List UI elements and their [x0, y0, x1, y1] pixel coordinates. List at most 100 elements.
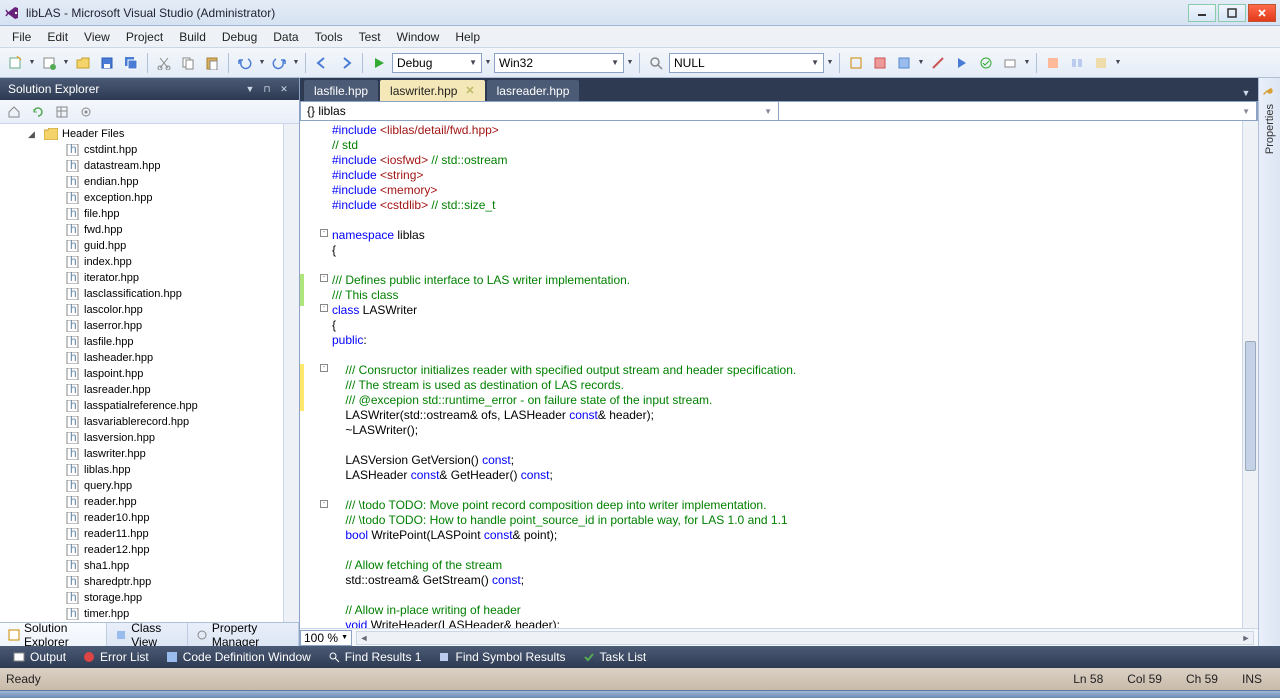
tree-file[interactable]: hlasheader.hpp — [0, 350, 283, 366]
tb-icon-c[interactable] — [893, 52, 915, 74]
start-orb[interactable] — [0, 691, 34, 699]
scope-member-combo[interactable]: ▼ — [779, 102, 1257, 120]
dropdown-icon[interactable]: ▼ — [62, 52, 70, 74]
show-all-icon[interactable] — [52, 102, 72, 122]
tab-find-results[interactable]: Find Results 1 — [319, 647, 430, 667]
scroll-left-icon[interactable]: ◄ — [357, 633, 371, 643]
panel-dropdown-icon[interactable]: ▼ — [243, 82, 257, 96]
find-icon[interactable] — [645, 52, 667, 74]
dropdown-icon[interactable]: ▼ — [1114, 52, 1122, 74]
open-file-icon[interactable] — [72, 52, 94, 74]
tree-file[interactable]: hlasspatialreference.hpp — [0, 398, 283, 414]
tb-icon-f[interactable] — [975, 52, 997, 74]
config-combo[interactable]: Debug▼ — [392, 53, 482, 73]
scroll-right-icon[interactable]: ► — [1239, 633, 1253, 643]
editor-tab-laswriter[interactable]: laswriter.hpp✕ — [380, 80, 485, 101]
redo-icon[interactable] — [268, 52, 290, 74]
outline-toggle-icon[interactable]: - — [320, 500, 328, 508]
paste-icon[interactable] — [201, 52, 223, 74]
dropdown-icon[interactable]: ▼ — [1023, 52, 1031, 74]
tree-file[interactable]: hfile.hpp — [0, 206, 283, 222]
panel-pin-icon[interactable]: ⊓ — [260, 82, 274, 96]
tree-file[interactable]: hliblas.hpp — [0, 462, 283, 478]
properties-autohide-tab[interactable]: Properties — [1258, 78, 1280, 646]
new-project-icon[interactable] — [4, 52, 26, 74]
tree-file[interactable]: hsharedptr.hpp — [0, 574, 283, 590]
tree-file[interactable]: hlasreader.hpp — [0, 382, 283, 398]
tree-file[interactable]: hreader11.hpp — [0, 526, 283, 542]
code-area[interactable]: - - - - - #include <liblas/detail/fwd.hp… — [300, 121, 1258, 628]
tree-folder[interactable]: ◢ Header Files — [0, 126, 283, 142]
tree-file[interactable]: hendian.hpp — [0, 174, 283, 190]
menu-project[interactable]: Project — [118, 28, 171, 46]
outline-gutter[interactable]: - - - - - — [300, 121, 328, 628]
close-button[interactable] — [1248, 4, 1276, 22]
tb-icon-a[interactable] — [845, 52, 867, 74]
undo-icon[interactable] — [234, 52, 256, 74]
cut-icon[interactable] — [153, 52, 175, 74]
tree-file[interactable]: hlasversion.hpp — [0, 430, 283, 446]
dropdown-icon[interactable]: ▼ — [258, 52, 266, 74]
tab-error-list[interactable]: Error List — [74, 647, 157, 667]
tab-code-def[interactable]: Code Definition Window — [157, 647, 319, 667]
tree-file[interactable]: hindex.hpp — [0, 254, 283, 270]
find-combo[interactable]: NULL▼ — [669, 53, 824, 73]
nav-fwd-icon[interactable] — [335, 52, 357, 74]
refresh-icon[interactable] — [28, 102, 48, 122]
tree-scrollbar[interactable] — [283, 124, 299, 622]
tree-file[interactable]: hreader10.hpp — [0, 510, 283, 526]
tb-icon-d[interactable] — [927, 52, 949, 74]
tab-output[interactable]: Output — [4, 647, 74, 667]
tree-file[interactable]: hsha1.hpp — [0, 558, 283, 574]
tree-file[interactable]: hlaserror.hpp — [0, 318, 283, 334]
menu-file[interactable]: File — [4, 28, 39, 46]
tree-file[interactable]: hexception.hpp — [0, 190, 283, 206]
tree-file[interactable]: hquery.hpp — [0, 478, 283, 494]
menu-window[interactable]: Window — [389, 28, 448, 46]
maximize-button[interactable] — [1218, 4, 1246, 22]
editor-hscrollbar[interactable]: ◄► — [356, 631, 1254, 645]
tree-file[interactable]: hguid.hpp — [0, 238, 283, 254]
tabs-dropdown-icon[interactable]: ▼ — [1238, 85, 1254, 101]
outline-toggle-icon[interactable]: - — [320, 364, 328, 372]
save-icon[interactable] — [96, 52, 118, 74]
dropdown-icon[interactable]: ▼ — [292, 52, 300, 74]
editor-tab-lasfile[interactable]: lasfile.hpp — [304, 80, 378, 101]
dropdown-icon[interactable]: ▼ — [626, 52, 634, 74]
menu-help[interactable]: Help — [447, 28, 488, 46]
menu-view[interactable]: View — [76, 28, 118, 46]
tree-file[interactable]: hreader12.hpp — [0, 542, 283, 558]
tree-file[interactable]: hlaswriter.hpp — [0, 446, 283, 462]
zoom-combo[interactable]: 100 %▼ — [300, 630, 352, 646]
tab-find-symbol[interactable]: Find Symbol Results — [429, 647, 573, 667]
tb-icon-h[interactable] — [1042, 52, 1064, 74]
tree-file[interactable]: hiterator.hpp — [0, 270, 283, 286]
outline-toggle-icon[interactable]: - — [320, 274, 328, 282]
tree-file[interactable]: hdatastream.hpp — [0, 158, 283, 174]
minimize-button[interactable] — [1188, 4, 1216, 22]
tb-icon-g[interactable] — [999, 52, 1021, 74]
panel-close-icon[interactable]: ✕ — [277, 82, 291, 96]
tree-file[interactable]: hlaspoint.hpp — [0, 366, 283, 382]
tree-file[interactable]: hlasclassification.hpp — [0, 286, 283, 302]
add-item-icon[interactable] — [38, 52, 60, 74]
outline-toggle-icon[interactable]: - — [320, 304, 328, 312]
start-debug-icon[interactable] — [368, 52, 390, 74]
save-all-icon[interactable] — [120, 52, 142, 74]
tab-property-manager[interactable]: Property Manager — [188, 623, 299, 646]
tree-file[interactable]: hreader.hpp — [0, 494, 283, 510]
home-icon[interactable] — [4, 102, 24, 122]
menu-edit[interactable]: Edit — [39, 28, 76, 46]
dropdown-icon[interactable]: ▼ — [826, 52, 834, 74]
editor-tab-lasreader[interactable]: lasreader.hpp — [487, 80, 580, 101]
menu-build[interactable]: Build — [171, 28, 214, 46]
menu-test[interactable]: Test — [351, 28, 389, 46]
properties-icon[interactable] — [76, 102, 96, 122]
tree-expand-icon[interactable]: ◢ — [28, 129, 35, 140]
tree-file[interactable]: hlasfile.hpp — [0, 334, 283, 350]
menu-debug[interactable]: Debug — [214, 28, 265, 46]
tab-solution-explorer[interactable]: Solution Explorer — [0, 623, 107, 646]
tab-task-list[interactable]: Task List — [574, 647, 655, 667]
menu-tools[interactable]: Tools — [307, 28, 351, 46]
tb-icon-i[interactable] — [1066, 52, 1088, 74]
